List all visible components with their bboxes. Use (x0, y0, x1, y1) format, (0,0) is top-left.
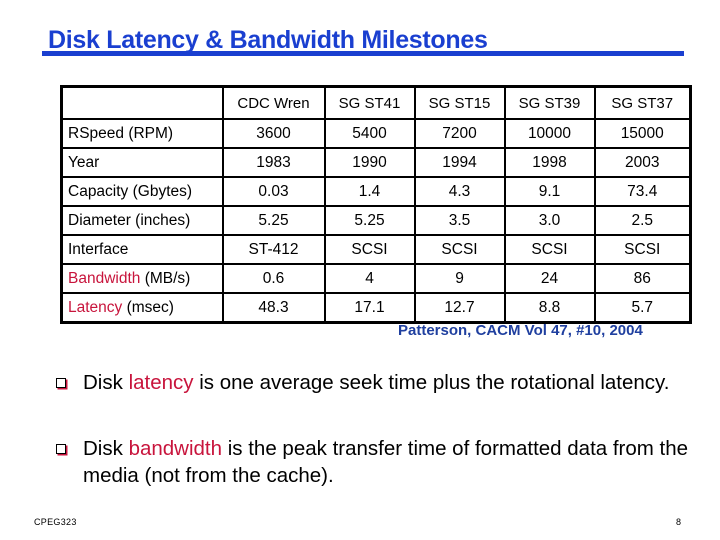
column-header: SG ST41 (323, 85, 416, 120)
table-cell: 7200 (413, 118, 506, 149)
column-header: SG ST39 (503, 85, 596, 120)
milestones-table: CDC Wren SG ST41 SG ST15 SG ST39 SG ST37… (60, 85, 692, 324)
row-label-text: RSpeed (RPM) (68, 124, 174, 142)
table-row: Latency (msec) 48.3 17.1 12.7 8.8 5.7 (60, 292, 692, 324)
row-label-text: (msec) (122, 298, 174, 316)
row-label-highlight: Latency (68, 298, 123, 316)
table-cell: 9 (413, 263, 506, 294)
table-cell: 1998 (503, 147, 596, 178)
footer-course: CPEG323 (34, 517, 77, 527)
row-label-highlight: Bandwidth (68, 269, 141, 287)
table-cell: 1.4 (323, 176, 416, 207)
bullet-keyword: bandwidth (128, 437, 223, 460)
bullet-text-pre: Disk (83, 371, 129, 394)
table-header-corner (60, 85, 224, 120)
table-cell: 5.25 (221, 205, 326, 236)
table-cell: 3.0 (503, 205, 596, 236)
table-cell: 48.3 (221, 292, 326, 324)
column-header: CDC Wren (221, 85, 326, 120)
hollow-square-bullet-icon (56, 444, 66, 454)
table-cell: 0.03 (221, 176, 326, 207)
bullet-item: Disk bandwidth is the peak transfer time… (56, 435, 696, 489)
column-header: SG ST37 (593, 85, 692, 120)
column-header: SG ST15 (413, 85, 506, 120)
table-cell: 2003 (593, 147, 692, 178)
table-cell: 5.7 (593, 292, 692, 324)
bullet-item: Disk latency is one average seek time pl… (56, 369, 696, 396)
bullet-text: Disk bandwidth is the peak transfer time… (83, 435, 696, 489)
table-cell: 1990 (323, 147, 416, 178)
table-header-row: CDC Wren SG ST41 SG ST15 SG ST39 SG ST37 (60, 85, 692, 120)
table-cell: 4 (323, 263, 416, 294)
table-cell: 12.7 (413, 292, 506, 324)
table-cell: 5400 (323, 118, 416, 149)
row-label: Bandwidth (MB/s) (60, 263, 224, 294)
row-label: Year (60, 147, 224, 178)
table-cell: 0.6 (221, 263, 326, 294)
title-underline (42, 51, 684, 56)
table-cell: 4.3 (413, 176, 506, 207)
table-cell: 1983 (221, 147, 326, 178)
table-cell: 24 (503, 263, 596, 294)
table-row: Capacity (Gbytes) 0.03 1.4 4.3 9.1 73.4 (60, 176, 692, 207)
table-cell: 9.1 (503, 176, 596, 207)
bullet-keyword: latency (128, 371, 194, 394)
table-cell: 10000 (503, 118, 596, 149)
table-row: Interface ST-412 SCSI SCSI SCSI SCSI (60, 234, 692, 265)
citation: Patterson, CACM Vol 47, #10, 2004 (398, 322, 643, 339)
table-cell: 73.4 (593, 176, 692, 207)
table-row: RSpeed (RPM) 3600 5400 7200 10000 15000 (60, 118, 692, 149)
table-cell: 86 (593, 263, 692, 294)
table-row: Year 1983 1990 1994 1998 2003 (60, 147, 692, 178)
row-label-text: Year (68, 153, 100, 171)
table-cell: 5.25 (323, 205, 416, 236)
row-label-text: Interface (68, 240, 129, 258)
table-cell: SCSI (503, 234, 596, 265)
table-row: Diameter (inches) 5.25 5.25 3.5 3.0 2.5 (60, 205, 692, 236)
row-label: Interface (60, 234, 224, 265)
table-cell: 1994 (413, 147, 506, 178)
bullet-text-post: is one average seek time plus the rotati… (193, 371, 670, 394)
table-cell: 17.1 (323, 292, 416, 324)
table-cell: 8.8 (503, 292, 596, 324)
table-cell: 3.5 (413, 205, 506, 236)
hollow-square-bullet-icon (56, 378, 66, 388)
table-cell: 2.5 (593, 205, 692, 236)
row-label: Latency (msec) (60, 292, 224, 324)
row-label: Capacity (Gbytes) (60, 176, 224, 207)
row-label: RSpeed (RPM) (60, 118, 224, 149)
page-number: 8 (676, 517, 682, 527)
bullet-text: Disk latency is one average seek time pl… (83, 369, 696, 396)
table-cell: SCSI (413, 234, 506, 265)
table-cell: 15000 (593, 118, 692, 149)
bullet-text-pre: Disk (83, 437, 129, 460)
table-cell: ST-412 (221, 234, 326, 265)
row-label-text: Capacity (Gbytes) (68, 182, 193, 200)
row-label-text: Diameter (inches) (68, 211, 191, 229)
table-cell: SCSI (593, 234, 692, 265)
table-row: Bandwidth (MB/s) 0.6 4 9 24 86 (60, 263, 692, 294)
table-cell: 3600 (221, 118, 326, 149)
table-cell: SCSI (323, 234, 416, 265)
row-label-text: (MB/s) (140, 269, 191, 287)
row-label: Diameter (inches) (60, 205, 224, 236)
